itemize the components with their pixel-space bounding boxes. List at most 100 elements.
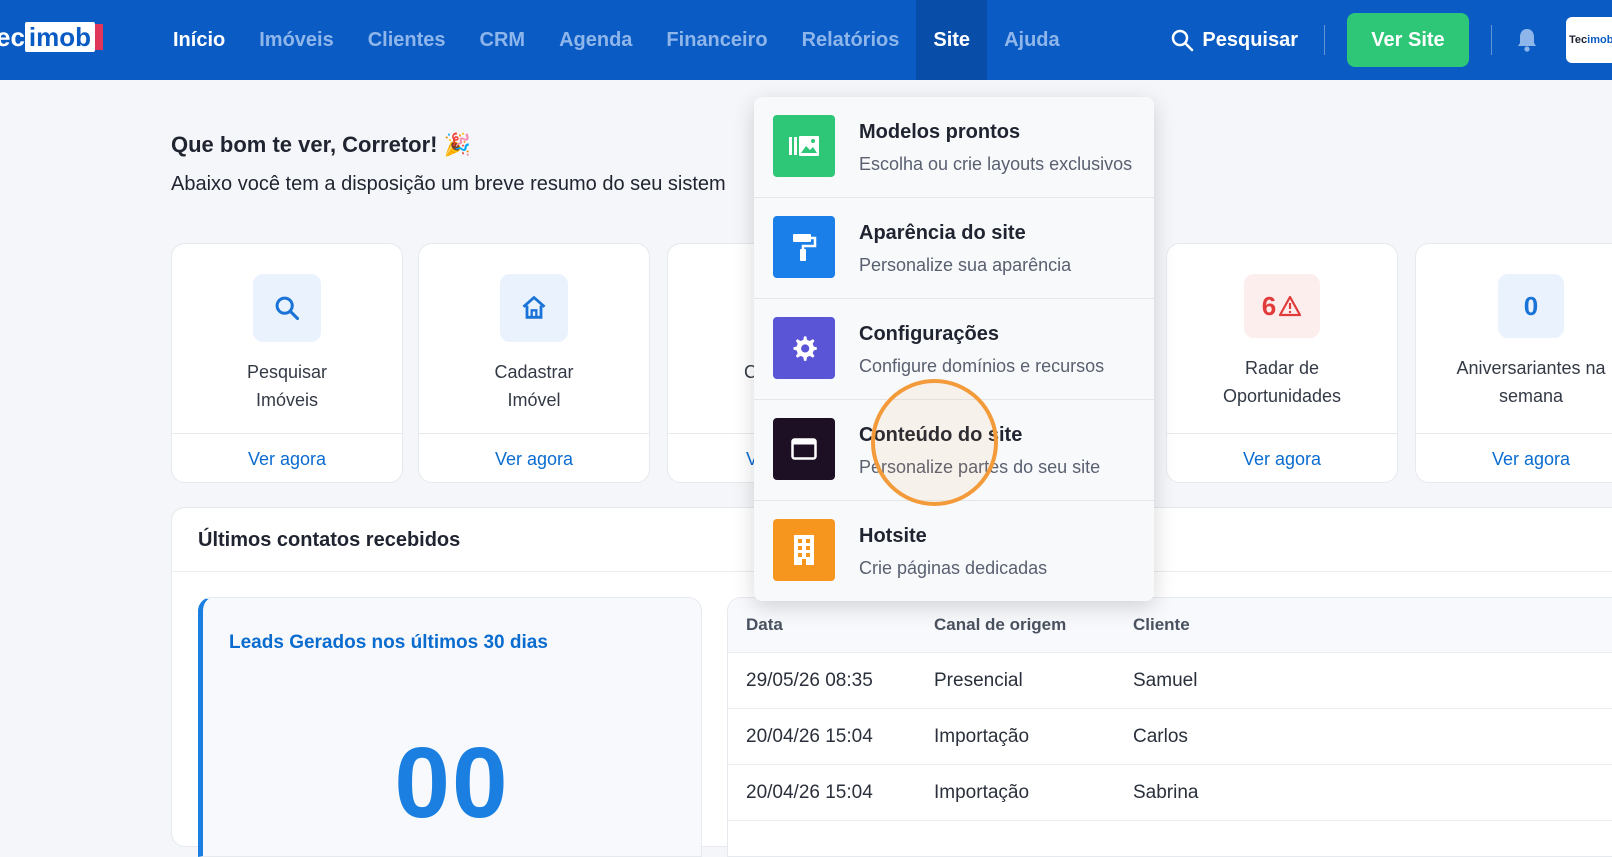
cell-client: Sabrina (1133, 781, 1199, 803)
card-icon-box: 0 (1498, 274, 1564, 338)
home-icon (522, 296, 546, 319)
logo-text-right: imob (24, 22, 96, 52)
leads-summary-box: Leads Gerados nos últimos 30 dias 00 (198, 597, 702, 857)
menu-item-desc: Escolha ou crie layouts exclusivos (859, 154, 1133, 174)
panel-title: Últimos contatos recebidos (198, 529, 461, 551)
nav-clientes[interactable]: Clientes (351, 0, 463, 80)
leads-title: Leads Gerados nos últimos 30 dias (229, 632, 548, 653)
dd-icon-box (773, 519, 835, 581)
nav-divider (1324, 25, 1325, 55)
card-label: Radar de Oportunidades (1177, 354, 1387, 410)
menu-item-configuracoes[interactable]: Configurações Configure domínios e recur… (754, 299, 1154, 400)
nav-site[interactable]: Site (916, 0, 988, 80)
card-label-line: Radar de (1244, 358, 1320, 378)
warning-icon (1279, 295, 1302, 317)
card-label-line: Imóvel (507, 390, 561, 410)
bell-icon (1518, 29, 1536, 52)
avatar-text-a: Tec (1569, 34, 1588, 46)
cell-client: Samuel (1133, 669, 1198, 691)
card-cta-link[interactable]: Ver agora (419, 449, 649, 470)
cell-date: 20/04/26 15:04 (746, 725, 873, 747)
card-cta-link[interactable]: Ver agora (1167, 449, 1397, 470)
menu-item-title: Hotsite (859, 525, 927, 547)
menu-item-desc: Configure domínios e recursos (859, 356, 1105, 376)
column-header-cliente[interactable]: Cliente (1133, 598, 1190, 652)
column-header-data[interactable]: Data (746, 598, 783, 652)
card-radar-oportunidades[interactable]: 6 Radar de Oportunidades Ver agora (1166, 243, 1398, 483)
card-icon-box (253, 274, 321, 342)
nav-financeiro[interactable]: Financeiro (649, 0, 784, 80)
card-label-line: Aniversariantes na (1456, 358, 1606, 378)
menu-item-desc: Crie páginas dedicadas (859, 558, 1048, 578)
card-separator (1416, 433, 1612, 434)
menu-item-modelos-prontos[interactable]: Modelos prontos Escolha ou crie layouts … (754, 97, 1154, 198)
nav-inicio[interactable]: Início (156, 0, 242, 80)
menu-item-aparencia[interactable]: Aparência do site Personalize sua aparên… (754, 198, 1154, 299)
search-icon (1172, 29, 1194, 52)
greeting-title: Que bom te ver, Corretor! 🎉 (171, 132, 472, 157)
nav-relatorios[interactable]: Relatórios (785, 0, 917, 80)
dd-icon-box (773, 418, 835, 480)
card-separator (172, 433, 402, 434)
card-separator (1167, 433, 1397, 434)
cell-channel: Importação (934, 781, 1030, 803)
logo-text-left: ec (0, 21, 25, 52)
nav-ajuda[interactable]: Ajuda (987, 0, 1077, 80)
card-cta-link[interactable]: Ver agora (172, 449, 402, 470)
card-label-line: Pesquisar (246, 362, 328, 382)
menu-item-title: Conteúdo do site (859, 424, 1023, 446)
card-label-line: semana (1498, 386, 1564, 406)
avatar-text-b: imob (1587, 34, 1612, 46)
menu-item-conteudo[interactable]: Conteúdo do site Personalize partes do s… (754, 400, 1154, 501)
nav-agenda[interactable]: Agenda (542, 0, 649, 80)
layout-gallery-icon (789, 136, 819, 156)
search-icon (275, 296, 300, 321)
table-row[interactable]: 29/05/26 08:35 Presencial Samuel (728, 653, 1612, 709)
menu-item-title: Aparência do site (859, 222, 1026, 244)
paint-roller-icon (793, 234, 817, 261)
user-avatar[interactable]: Tec imob (1566, 17, 1612, 63)
building-icon (794, 535, 814, 565)
card-label-line: Oportunidades (1222, 386, 1342, 406)
cell-channel: Importação (934, 725, 1030, 747)
card-label: Pesquisar Imóveis (182, 358, 392, 414)
column-header-canal[interactable]: Canal de origem (934, 598, 1066, 652)
menu-item-hotsite[interactable]: Hotsite Crie páginas dedicadas (754, 501, 1154, 601)
browser-window-icon (791, 438, 817, 460)
radar-count: 6 (1262, 291, 1302, 322)
card-label: Aniversariantes na semana (1410, 354, 1612, 410)
nav-imoveis[interactable]: Imóveis (242, 0, 350, 80)
top-navbar: ec imob Início Imóveis Clientes CRM Agen… (0, 0, 1612, 80)
brand-logo[interactable]: ec imob (0, 21, 104, 52)
nav-crm[interactable]: CRM (463, 0, 543, 80)
table-row[interactable]: 20/04/26 15:04 Importação Carlos (728, 709, 1612, 765)
card-pesquisar-imoveis[interactable]: Pesquisar Imóveis Ver agora (171, 243, 403, 483)
cell-client: Carlos (1133, 725, 1188, 747)
dd-icon-box (773, 317, 835, 379)
cell-date: 20/04/26 15:04 (746, 781, 873, 803)
menu-item-title: Modelos prontos (859, 121, 1021, 143)
search-button[interactable]: Pesquisar (1170, 28, 1298, 52)
ver-site-button[interactable]: Ver Site (1347, 13, 1469, 67)
birthday-count: 0 (1523, 290, 1539, 321)
table-row[interactable]: 20/04/26 15:04 Importação Sabrina (728, 765, 1612, 821)
card-aniversariantes[interactable]: 0 Aniversariantes na semana Ver agora (1415, 243, 1612, 483)
menu-item-desc: Personalize sua aparência (859, 255, 1072, 275)
menu-item-desc: Personalize partes do seu site (859, 457, 1101, 477)
nav-divider (1491, 25, 1492, 55)
dd-icon-box (773, 216, 835, 278)
menu-item-title: Configurações (859, 323, 1000, 345)
table-header: Data Canal de origem Cliente (728, 598, 1612, 653)
card-label: Cadastrar Imóvel (429, 358, 639, 414)
dd-icon-box (773, 115, 835, 177)
main-nav: Início Imóveis Clientes CRM Agenda Finan… (156, 0, 1077, 80)
logo-tag (95, 24, 104, 50)
card-cta-link[interactable]: Ver agora (1416, 449, 1612, 470)
notifications-button[interactable] (1514, 26, 1540, 54)
card-separator (419, 433, 649, 434)
greeting-subtitle: Abaixo você tem a disposição um breve re… (171, 173, 726, 195)
card-label-line: Cadastrar (494, 362, 574, 382)
card-cadastrar-imovel[interactable]: Cadastrar Imóvel Ver agora (418, 243, 650, 483)
cell-channel: Presencial (934, 669, 1023, 691)
radar-count-value: 6 (1261, 290, 1277, 321)
